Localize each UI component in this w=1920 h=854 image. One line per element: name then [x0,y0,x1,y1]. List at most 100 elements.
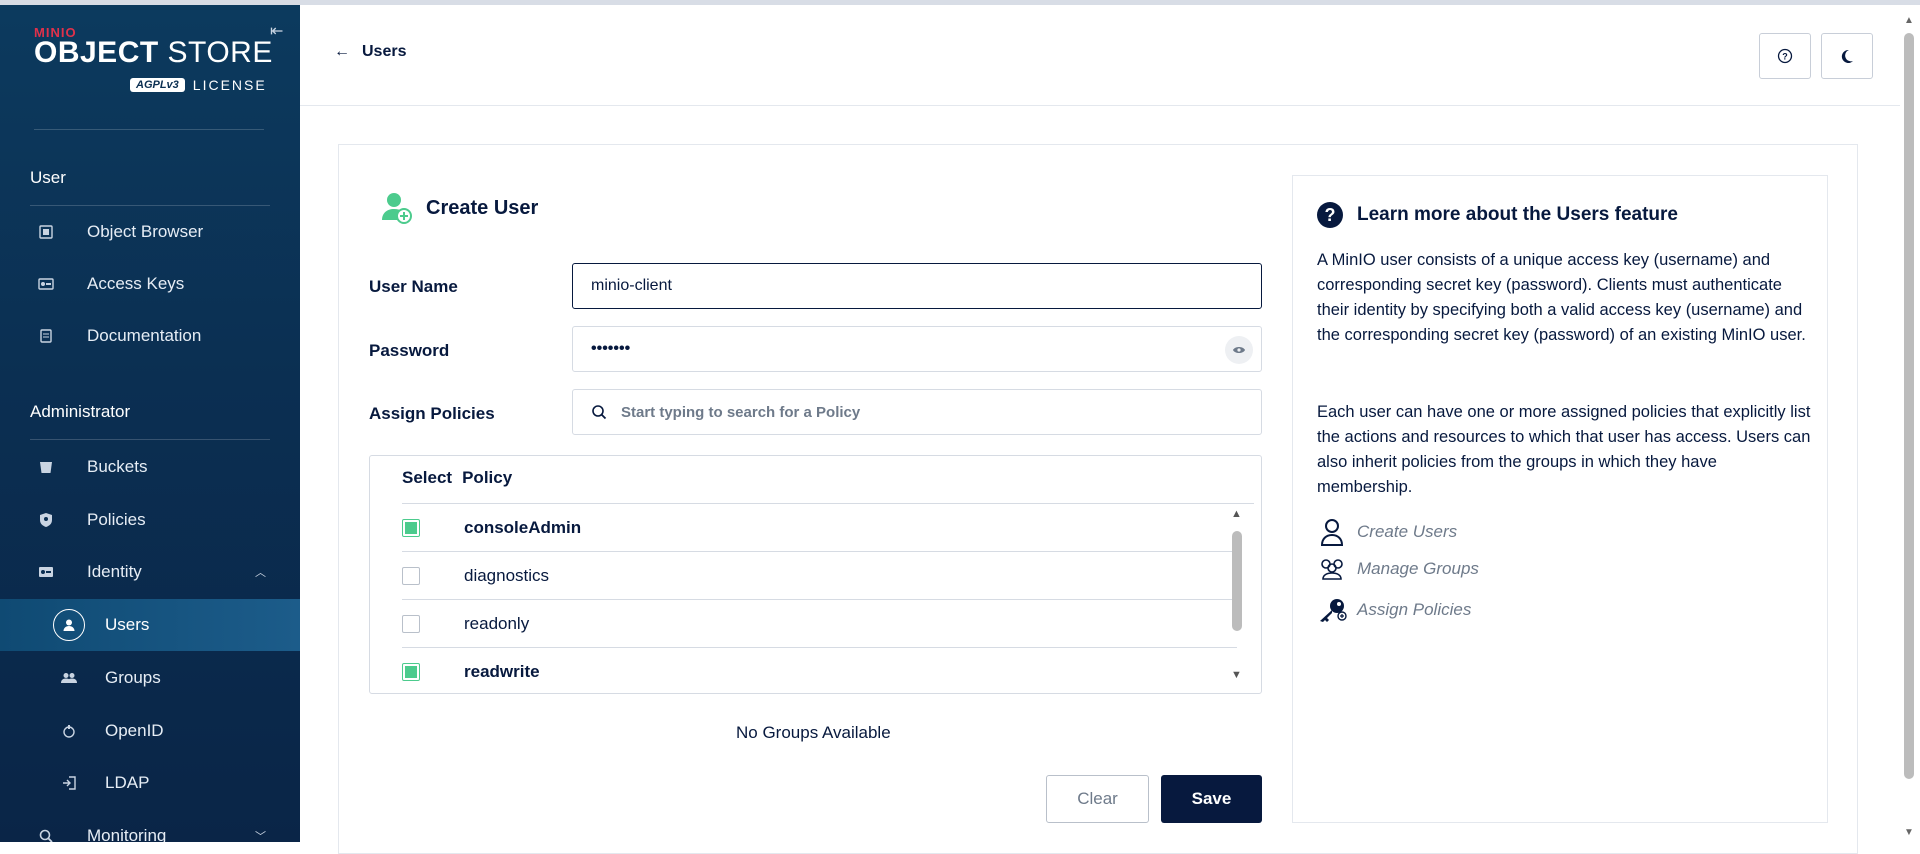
back-label: Users [362,43,407,60]
assign-policies-label: Assign Policies [369,404,495,423]
sidebar-item-access-keys[interactable]: Access Keys [0,258,300,310]
sidebar-item-openid[interactable]: OpenID [0,705,300,757]
sidebar-item-label: Identity [87,562,142,581]
sidebar: MINIO OBJECT STORE AGPLv3 LICENSE ⇤ User… [0,5,300,842]
sidebar-item-label: Monitoring [87,826,167,842]
help-link-label: Manage Groups [1357,559,1479,578]
clear-button[interactable]: Clear [1046,775,1149,823]
license-badge: AGPLv3 LICENSE [130,77,267,93]
chevron-down-icon[interactable]: ﹀ [255,828,266,842]
policy-table-scrollbar[interactable]: ▲ ▼ [1227,506,1247,691]
username-value: minio-client [591,277,672,294]
monitoring-icon [35,825,57,842]
key-icon [1317,597,1347,623]
section-title-administrator: Administrator [30,402,131,421]
documentation-icon [35,325,57,347]
sidebar-item-identity[interactable]: Identity ︿ [0,546,300,598]
sidebar-item-label: Object Browser [87,222,204,241]
eye-icon [1233,347,1245,353]
dark-mode-toggle[interactable] [1821,33,1873,79]
policy-table: Select Policy consoleAdmin diagnostics r… [369,455,1262,694]
table-row[interactable]: diagnostics [402,552,1237,600]
username-field[interactable]: minio-client [572,263,1262,309]
manage-groups-link[interactable]: Manage Groups [1317,558,1479,580]
policy-checkbox[interactable] [402,614,420,633]
search-placeholder: Start typing to search for a Policy [621,403,861,421]
policy-checkbox[interactable] [402,518,420,537]
scrollbar-thumb[interactable] [1904,33,1914,779]
sidebar-item-groups[interactable]: Groups [0,652,300,704]
access-keys-icon [35,273,57,295]
scroll-up-icon[interactable]: ▲ [1904,15,1914,26]
moon-icon [1841,49,1853,63]
scrollbar-thumb[interactable] [1232,531,1242,631]
divider [34,129,264,130]
scroll-up-icon[interactable]: ▲ [1231,508,1242,520]
sidebar-item-label: LDAP [105,773,150,792]
groups-outline-icon [1317,558,1347,580]
sidebar-item-documentation[interactable]: Documentation [0,310,300,362]
user-icon [53,609,85,641]
policies-icon [35,509,57,531]
help-link-label: Create Users [1357,522,1458,541]
sidebar-item-ldap[interactable]: LDAP [0,757,300,809]
section-title-user: User [30,168,66,187]
policy-checkbox[interactable] [402,566,420,585]
sidebar-item-label: Policies [87,510,146,529]
table-row[interactable]: readwrite [402,648,1237,693]
back-to-users-link[interactable]: ← Users [334,43,406,61]
username-label: User Name [369,277,458,296]
help-link-label: Assign Policies [1357,600,1472,619]
select-column-header: Select [402,468,453,487]
form-header: Create User [382,192,538,224]
collapse-sidebar-icon[interactable]: ⇤ [270,21,283,41]
object-browser-icon [35,221,57,243]
password-field[interactable]: ••••••• [572,326,1262,372]
add-user-icon [382,193,412,224]
no-groups-message: No Groups Available [736,723,891,742]
sidebar-item-label: Users [105,615,150,634]
sidebar-item-label: OpenID [105,721,164,740]
sidebar-item-object-browser[interactable]: Object Browser [0,206,300,258]
help-button[interactable]: ? [1759,33,1811,79]
password-label: Password [369,341,450,360]
policy-search-input[interactable]: Start typing to search for a Policy [572,389,1262,435]
sidebar-item-label: Access Keys [87,274,185,293]
sidebar-item-monitoring[interactable]: Monitoring ﹀ [0,810,300,842]
show-password-button[interactable] [1225,336,1253,364]
create-users-link[interactable]: Create Users [1317,518,1457,546]
help-paragraph: Each user can have one or more assigned … [1317,403,1811,496]
sidebar-item-label: Buckets [87,457,148,476]
assign-policies-link[interactable]: Assign Policies [1317,597,1471,623]
logo: MINIO OBJECT STORE AGPLv3 LICENSE [34,25,274,105]
sidebar-item-label: Documentation [87,326,202,345]
agpl-badge: AGPLv3 [130,78,185,92]
help-paragraph: A MinIO user consists of a unique access… [1317,251,1806,344]
table-header: Select Policy [402,468,512,488]
question-icon: ? [1317,202,1343,228]
table-row[interactable]: consoleAdmin [402,504,1237,552]
identity-icon [35,561,57,583]
ldap-icon [58,772,80,794]
openid-icon [58,720,80,742]
chevron-up-icon[interactable]: ︿ [255,564,266,580]
buckets-icon [35,456,57,478]
policy-checkbox[interactable] [402,663,420,681]
scroll-down-icon[interactable]: ▼ [1231,669,1242,681]
table-row[interactable]: readonly [402,600,1237,648]
page-title: Create User [426,196,539,219]
policy-name: readonly [464,613,530,633]
policy-name: consoleAdmin [464,517,582,537]
sidebar-item-policies[interactable]: Policies [0,494,300,546]
search-icon [592,405,607,420]
page-scrollbar[interactable]: ▲ ▼ [1900,5,1920,842]
scroll-down-icon[interactable]: ▼ [1904,827,1914,838]
user-outline-icon [1317,518,1347,546]
help-panel: ? Learn more about the Users feature A M… [1292,175,1828,823]
save-button[interactable]: Save [1161,775,1262,823]
sidebar-item-users[interactable]: Users [0,599,300,651]
arrow-left-icon: ← [334,43,350,60]
page-header: ← Users ? [300,5,1900,106]
sidebar-item-buckets[interactable]: Buckets [0,441,300,493]
policy-name: diagnostics [464,565,550,585]
